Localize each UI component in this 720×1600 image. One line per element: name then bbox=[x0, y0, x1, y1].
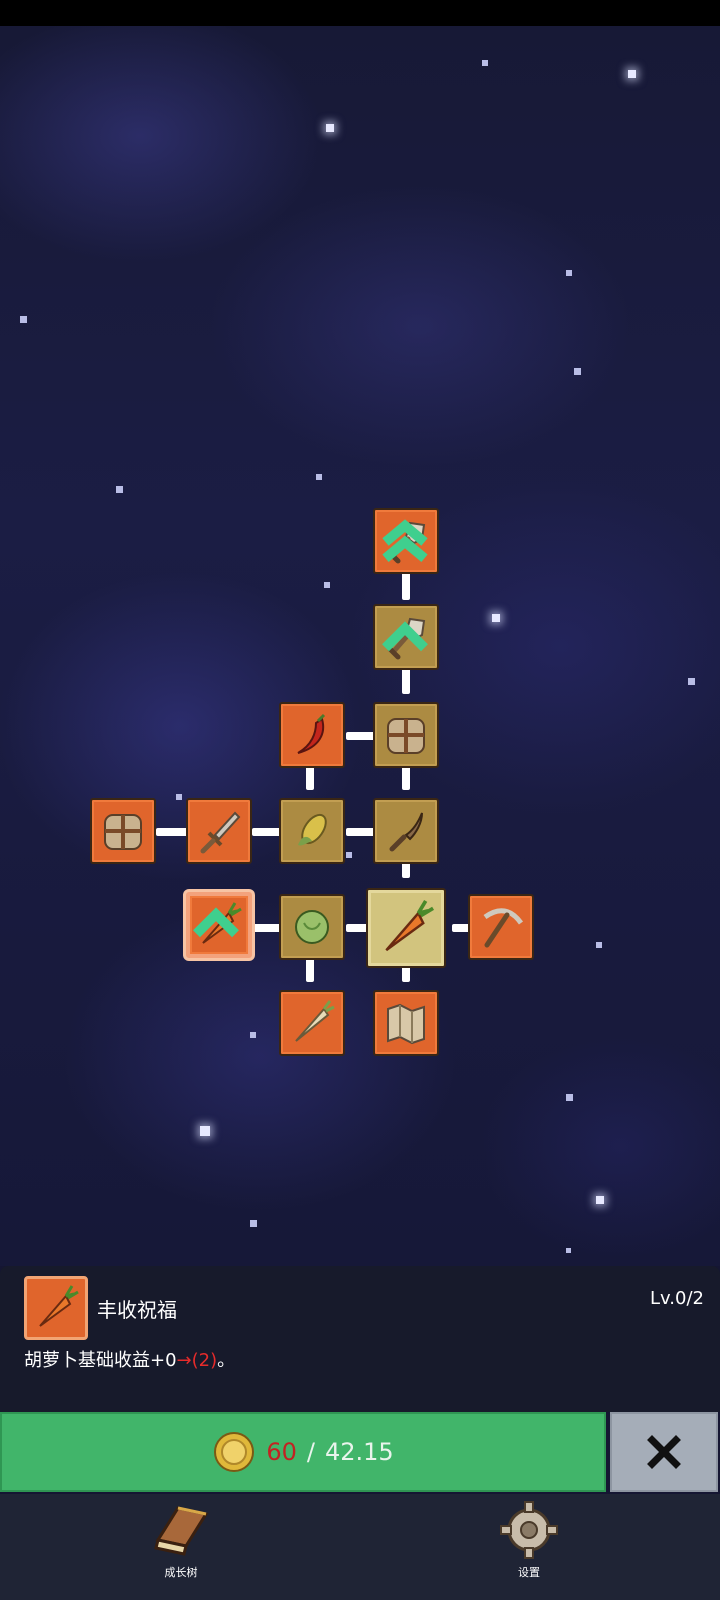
tree-connector bbox=[156, 828, 190, 836]
skill-node-pickaxe[interactable] bbox=[468, 894, 534, 960]
star bbox=[492, 614, 500, 622]
skill-node-parsnip[interactable] bbox=[279, 990, 345, 1056]
star bbox=[688, 678, 695, 685]
star bbox=[596, 942, 602, 948]
star bbox=[628, 70, 636, 78]
star bbox=[566, 1094, 573, 1101]
star bbox=[250, 1032, 256, 1038]
nav-label-settings: 设置 bbox=[518, 1566, 540, 1579]
cost-separator: / bbox=[306, 1438, 315, 1466]
skill-description-next: (2) bbox=[191, 1350, 218, 1371]
bottom-nav: 成长树 设置 bbox=[0, 1494, 720, 1600]
skill-node-sword[interactable] bbox=[186, 798, 252, 864]
star bbox=[316, 474, 322, 480]
crate-icon bbox=[387, 718, 425, 754]
corn-icon bbox=[298, 813, 327, 846]
upgrade-arrow-icon bbox=[382, 519, 428, 562]
skill-node-crate-left[interactable] bbox=[90, 798, 156, 864]
close-icon bbox=[647, 1435, 681, 1469]
star bbox=[326, 124, 334, 132]
star bbox=[176, 794, 182, 800]
skill-node-dagger[interactable] bbox=[373, 798, 439, 864]
star bbox=[346, 852, 352, 858]
nav-item-growth-tree[interactable]: 成长树 bbox=[126, 1500, 236, 1596]
carrot-icon bbox=[39, 1285, 79, 1327]
skill-node-crate-top[interactable] bbox=[373, 702, 439, 768]
skill-tree-canvas[interactable] bbox=[0, 26, 720, 1266]
cabbage-icon bbox=[295, 910, 329, 944]
book-icon bbox=[154, 1506, 209, 1556]
skill-node-cabbage[interactable] bbox=[279, 894, 345, 960]
star bbox=[200, 1126, 210, 1136]
selected-skill-icon bbox=[24, 1276, 88, 1340]
map-icon bbox=[387, 1003, 425, 1045]
star bbox=[596, 1196, 604, 1204]
skill-node-carrot-blessing[interactable] bbox=[186, 892, 252, 958]
star bbox=[116, 486, 123, 493]
nav-label-growth-tree: 成长树 bbox=[164, 1566, 198, 1579]
upgrade-cost: 60 bbox=[266, 1438, 297, 1466]
skill-description-current: 胡萝卜基础收益+0 bbox=[24, 1350, 177, 1371]
pickaxe-icon bbox=[483, 908, 524, 948]
nav-item-settings[interactable]: 设置 bbox=[474, 1500, 584, 1596]
skill-description: 胡萝卜基础收益+0→(2)。 bbox=[24, 1346, 235, 1372]
carrot-icon bbox=[385, 899, 435, 952]
skill-detail-panel: 丰收祝福 Lv.0/2 胡萝卜基础收益+0→(2)。 bbox=[0, 1266, 720, 1412]
skill-node-corn[interactable] bbox=[279, 798, 345, 864]
skill-node-shovel-upgrade[interactable] bbox=[373, 604, 439, 670]
star bbox=[566, 1248, 571, 1253]
skill-level: Lv.0/2 bbox=[650, 1288, 704, 1309]
star bbox=[574, 368, 581, 375]
coin-balance: 42.15 bbox=[324, 1438, 394, 1466]
dagger-icon bbox=[389, 812, 423, 852]
star bbox=[20, 316, 27, 323]
star bbox=[566, 270, 572, 276]
star bbox=[482, 60, 488, 66]
sword-icon bbox=[200, 811, 241, 854]
skill-description-suffix: 。 bbox=[217, 1350, 236, 1371]
skill-node-shovel-upgrade-top[interactable] bbox=[373, 508, 439, 574]
skill-node-carrot-center[interactable] bbox=[366, 888, 446, 968]
upgrade-arrow-icon bbox=[382, 621, 428, 652]
skill-title: 丰收祝福 bbox=[97, 1298, 177, 1322]
upgrade-button[interactable]: 60 / 42.15 bbox=[0, 1412, 606, 1492]
chili-pepper-icon bbox=[297, 713, 326, 754]
close-button[interactable] bbox=[610, 1412, 718, 1492]
gear-icon bbox=[500, 1501, 558, 1559]
star bbox=[250, 1220, 257, 1227]
star bbox=[324, 582, 330, 588]
upgrade-arrow-icon bbox=[193, 907, 239, 938]
crate-icon bbox=[104, 814, 142, 850]
coin-icon bbox=[214, 1432, 255, 1472]
parsnip-icon bbox=[295, 1000, 335, 1042]
skill-node-map[interactable] bbox=[373, 990, 439, 1056]
skill-node-chili[interactable] bbox=[279, 702, 345, 768]
status-bar bbox=[0, 0, 720, 26]
skill-description-arrow: → bbox=[176, 1350, 192, 1371]
